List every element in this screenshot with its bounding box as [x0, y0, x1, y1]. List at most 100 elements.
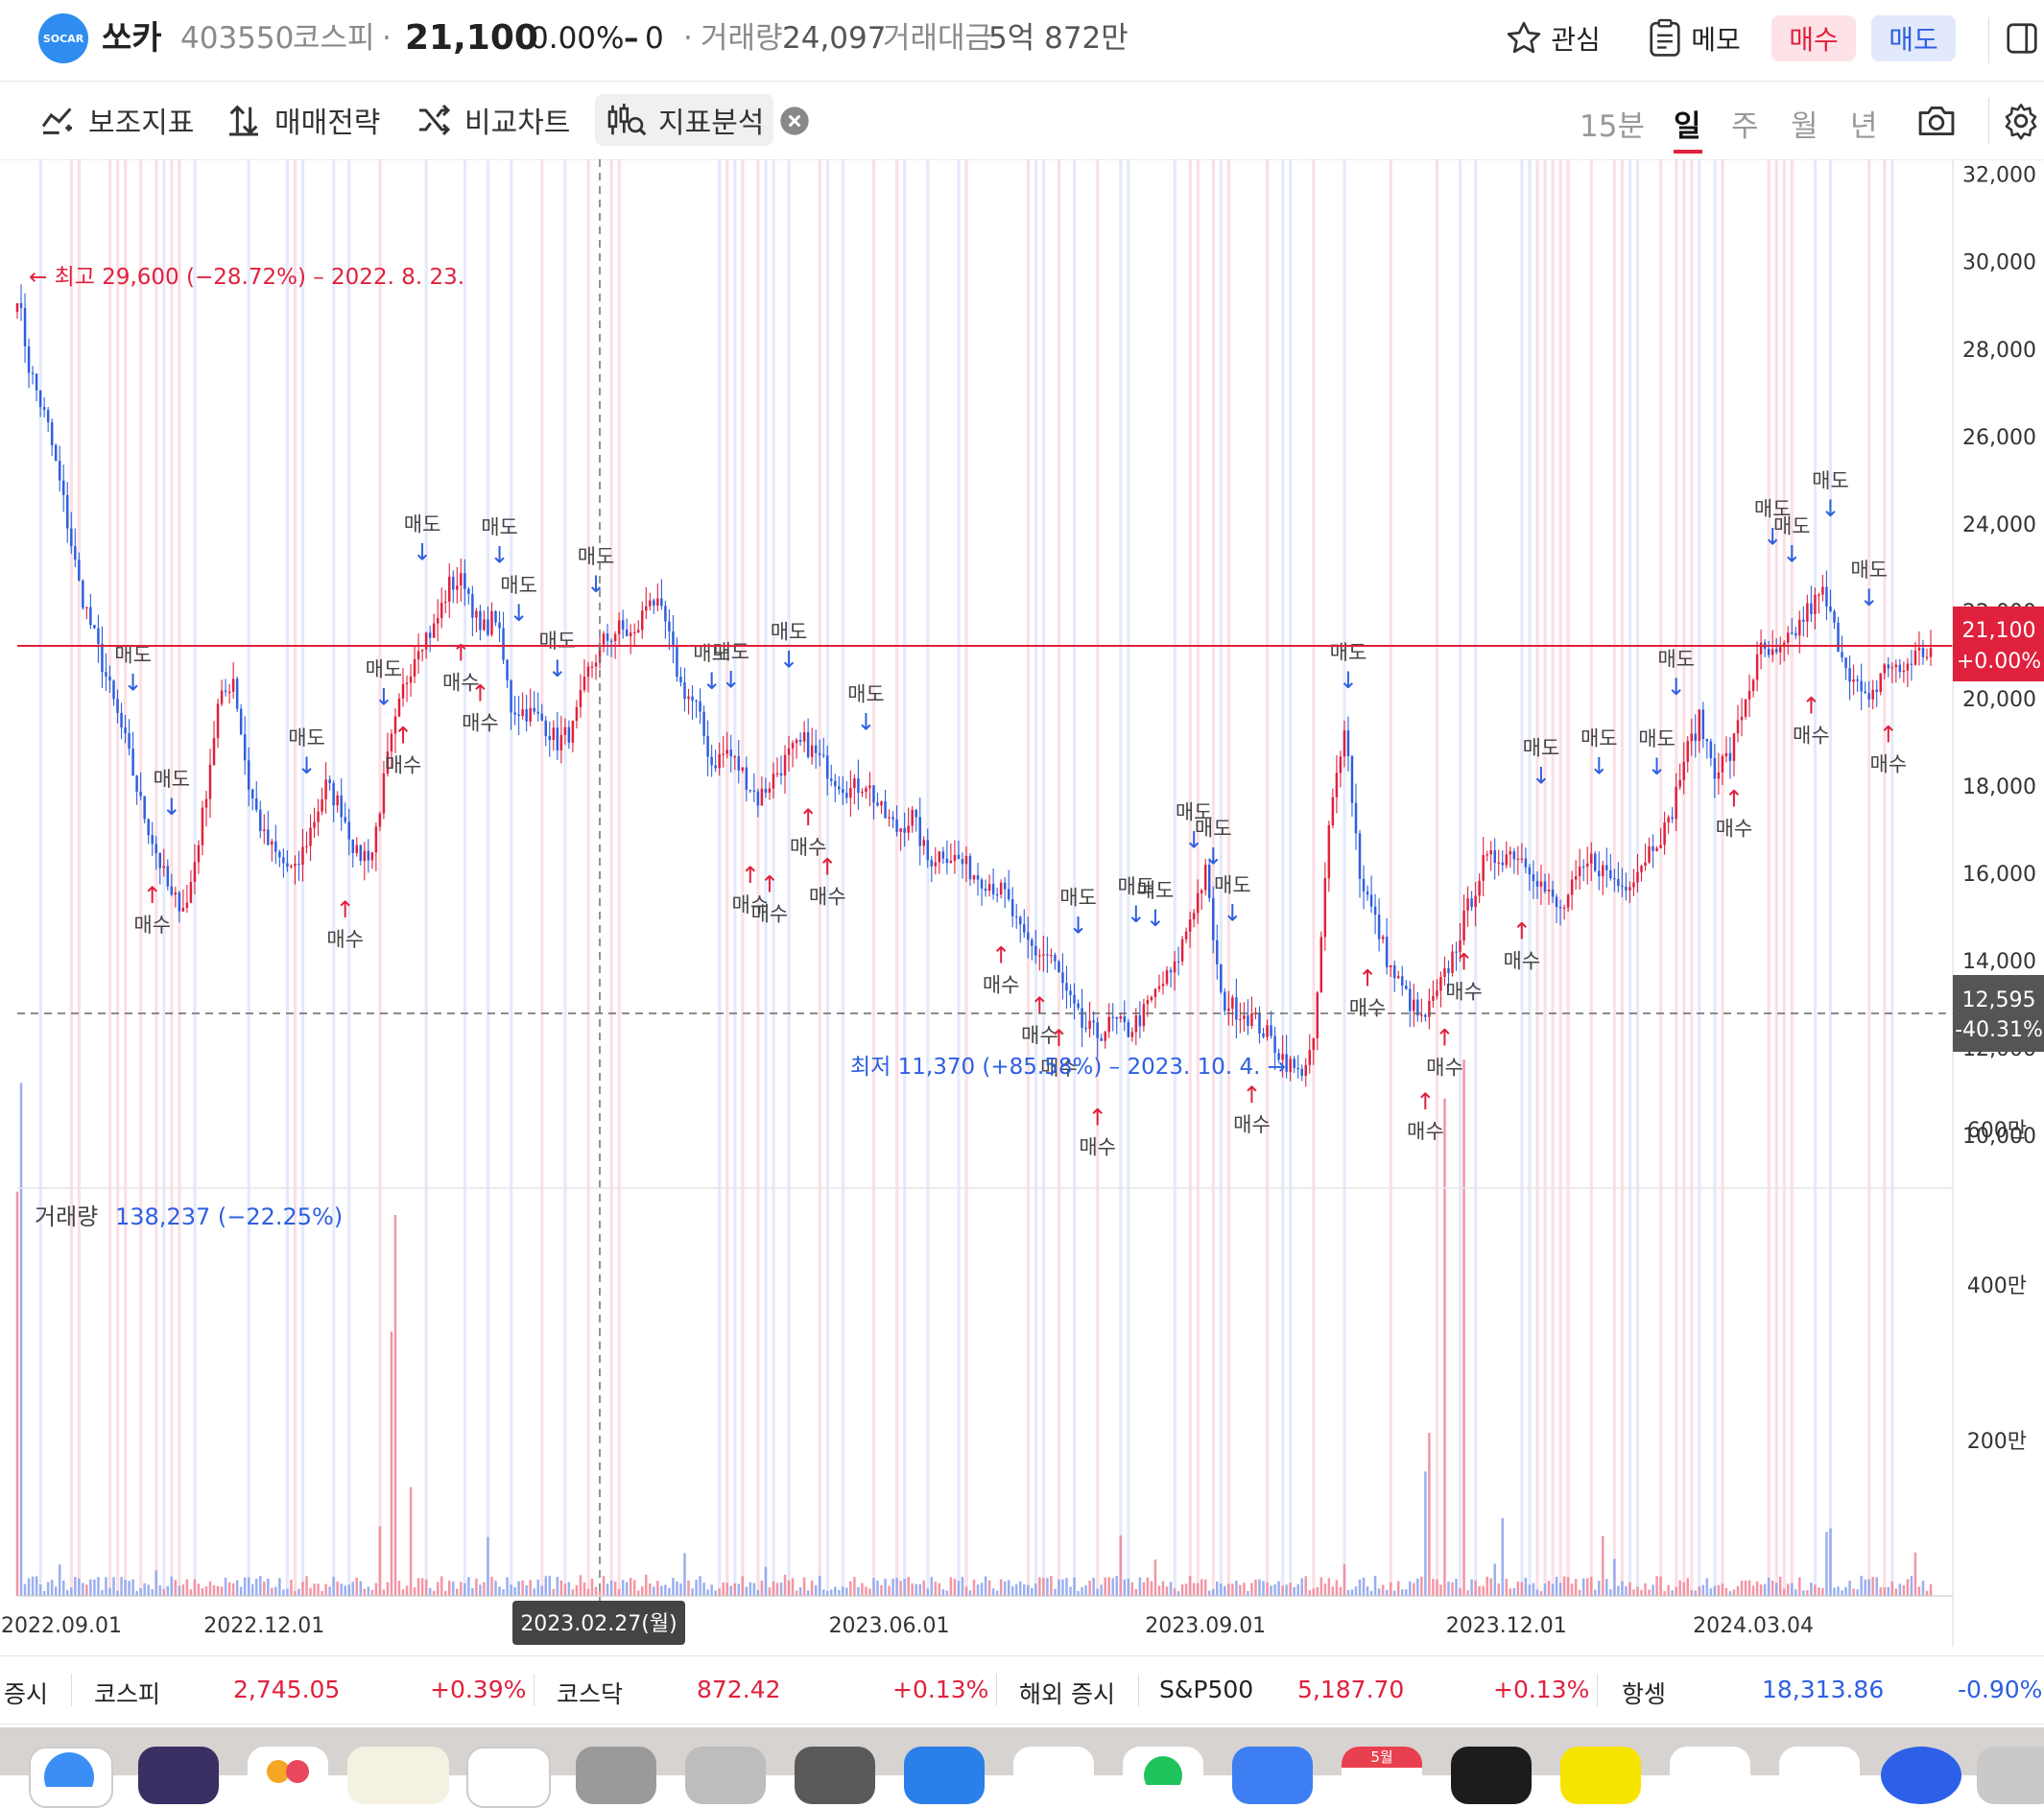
candle-body — [1392, 964, 1396, 979]
candle-body — [1528, 867, 1532, 875]
volume-bar — [397, 1581, 401, 1596]
naver-app-icon[interactable] — [1123, 1747, 1203, 1804]
sell-button[interactable]: 매도 — [1871, 15, 1956, 61]
candle-body — [1014, 916, 1018, 917]
candle-body — [494, 610, 497, 623]
candle-body — [1547, 889, 1551, 892]
volume-bar — [1176, 1591, 1180, 1596]
period-day[interactable]: 일 — [1674, 102, 1701, 145]
candle-body — [1335, 773, 1339, 797]
preview-app-icon[interactable] — [1779, 1747, 1860, 1804]
mail-app-icon[interactable] — [1232, 1747, 1313, 1804]
volume-bar — [1655, 1576, 1658, 1596]
misc-app-icon[interactable] — [1977, 1747, 2044, 1804]
launchpad-app-icon[interactable] — [138, 1747, 219, 1804]
candle-body — [1436, 990, 1438, 996]
volume-bar — [1482, 1585, 1485, 1596]
messenger-app-icon[interactable] — [1670, 1747, 1750, 1804]
stock-app-icon[interactable] — [1881, 1747, 1961, 1804]
volume-bar — [880, 1585, 883, 1596]
period-year[interactable]: 년 — [1850, 102, 1878, 145]
watch-button[interactable]: 관심 — [1495, 15, 1610, 61]
system-settings-app-icon[interactable] — [795, 1747, 875, 1804]
buy-signal-label: 매수 — [1407, 1120, 1444, 1143]
browser-app-icon[interactable] — [1013, 1747, 1094, 1804]
candle-body — [189, 881, 193, 903]
volume-bar — [1459, 1587, 1462, 1596]
volume-bar — [1262, 1581, 1265, 1596]
app-store-app-icon[interactable] — [904, 1747, 985, 1804]
strategy-button[interactable]: 매매전략 — [225, 94, 380, 146]
indicator-button[interactable]: 보조지표 — [38, 94, 194, 146]
volume-bar — [672, 1578, 675, 1596]
buy-button[interactable]: 매수 — [1771, 15, 1856, 61]
signal-band — [463, 159, 467, 1597]
candle-body — [1864, 691, 1866, 694]
notes-app-icon[interactable] — [347, 1747, 449, 1804]
sidebar-toggle-button[interactable] — [2004, 19, 2040, 61]
volume-bar — [1512, 1587, 1516, 1596]
candle-body — [1802, 619, 1805, 622]
memo-button[interactable]: 메모 — [1636, 15, 1751, 61]
volume-title: 거래량 — [35, 1203, 98, 1230]
candle-body — [317, 811, 320, 822]
period-15m[interactable]: 15분 — [1580, 102, 1645, 145]
volume-bar — [1856, 1589, 1859, 1596]
candle-body — [1535, 881, 1539, 887]
volume-bar — [1732, 1589, 1736, 1596]
ticker-hangseng-label[interactable]: 항셍 — [1622, 1676, 1666, 1710]
candle-body — [718, 753, 721, 769]
clock-app-icon[interactable] — [466, 1747, 551, 1808]
calendar-app-icon[interactable]: 5월 — [1342, 1747, 1422, 1804]
sell-arrow: ↓ — [722, 667, 741, 694]
candle-body — [1428, 1000, 1431, 1017]
volume-bar — [606, 1583, 609, 1596]
volume-bar — [278, 1578, 281, 1596]
volume-bar — [1724, 1587, 1728, 1596]
period-week[interactable]: 주 — [1731, 102, 1759, 145]
calculator-app-icon[interactable] — [576, 1747, 656, 1804]
analysis-close-button[interactable] — [779, 106, 810, 140]
candle-body — [93, 625, 96, 629]
volume-bar — [868, 1588, 871, 1596]
volume-bar — [845, 1587, 848, 1596]
ticker-sp500-label[interactable]: S&P500 — [1159, 1676, 1253, 1703]
period-month[interactable]: 월 — [1791, 102, 1818, 145]
candle-body — [949, 861, 953, 864]
finder-app-icon[interactable] — [685, 1747, 766, 1804]
candle-body — [1690, 733, 1693, 742]
candle-body — [367, 850, 370, 861]
volume-bar — [1539, 1591, 1543, 1596]
volume-bar — [683, 1553, 686, 1596]
settings-button[interactable] — [2002, 102, 2040, 144]
buy-signal-label: 매수 — [133, 914, 171, 937]
candle-body — [941, 851, 945, 859]
volume-bar — [1018, 1581, 1022, 1596]
candle-body — [108, 676, 111, 681]
candle-body — [702, 711, 705, 737]
candle-body — [783, 754, 787, 776]
volume-bar — [1543, 1583, 1547, 1596]
candle-body — [961, 859, 964, 865]
ticker-kosdaq-label[interactable]: 코스닥 — [557, 1676, 623, 1710]
volume-bar — [594, 1586, 598, 1596]
ticker-kospi-label[interactable]: 코스피 — [94, 1676, 160, 1710]
candle-body — [1339, 756, 1343, 773]
volume-bar — [571, 1589, 575, 1596]
buy-arrow: ↑ — [1358, 964, 1377, 991]
price-chart-area[interactable]: 매도 ↓ ↑ 매수 매도 ↓ 매도 ↓ ↑ 매수 매도 ↓ ↑ 매수 매도 ↓ ↑ 매수 ↑ 매수 매도 ↓ 매도 ↓ 매도 ↓ 매… — [0, 159, 2044, 1647]
candle-body — [1034, 945, 1037, 956]
analysis-button[interactable]: 지표분석 — [595, 94, 774, 146]
volume-bar — [718, 1588, 721, 1596]
terminal-app-icon[interactable] — [1451, 1747, 1532, 1804]
compare-button[interactable]: 비교차트 — [415, 94, 570, 146]
candlestick-chart[interactable]: 매도↓↑매수매도↓매도↓↑매수매도↓↑매수매도↓↑매수↑매수매도↓매도↓매도↓매… — [0, 159, 2044, 1647]
screenshot-button[interactable] — [1915, 102, 1958, 144]
candle-body — [706, 736, 709, 757]
kakaotalk-app-icon[interactable] — [1560, 1747, 1641, 1804]
candle-body — [448, 576, 451, 602]
safari-app-icon[interactable] — [29, 1747, 113, 1808]
photos-app-icon[interactable] — [248, 1747, 328, 1804]
candle-body — [1798, 619, 1801, 636]
volume-bar — [27, 1578, 31, 1596]
